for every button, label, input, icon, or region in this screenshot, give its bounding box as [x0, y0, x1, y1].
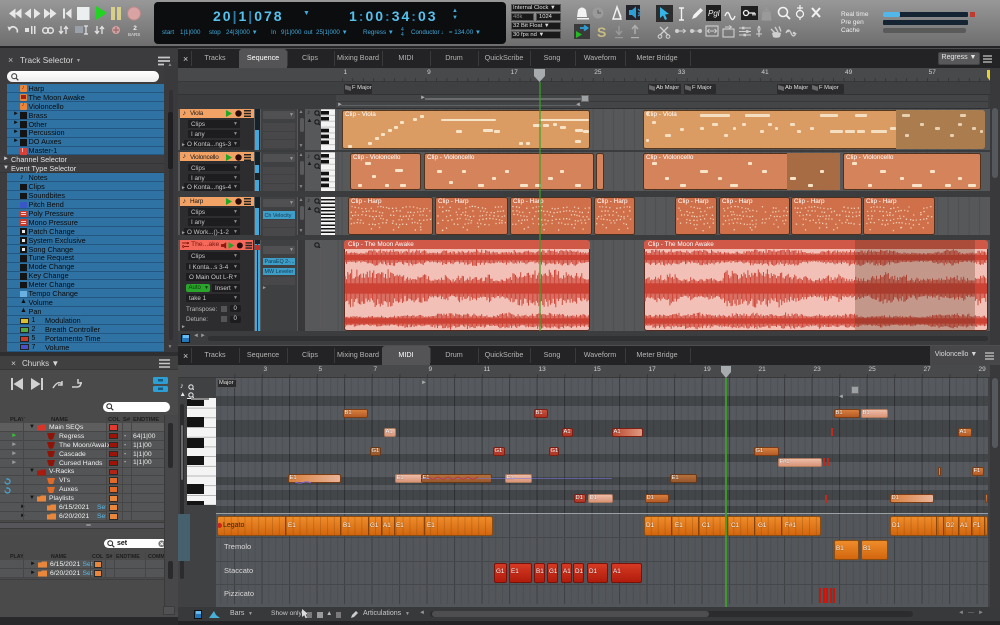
svg-text:S: S	[597, 24, 606, 40]
svg-text:Pgl: Pgl	[708, 9, 720, 18]
